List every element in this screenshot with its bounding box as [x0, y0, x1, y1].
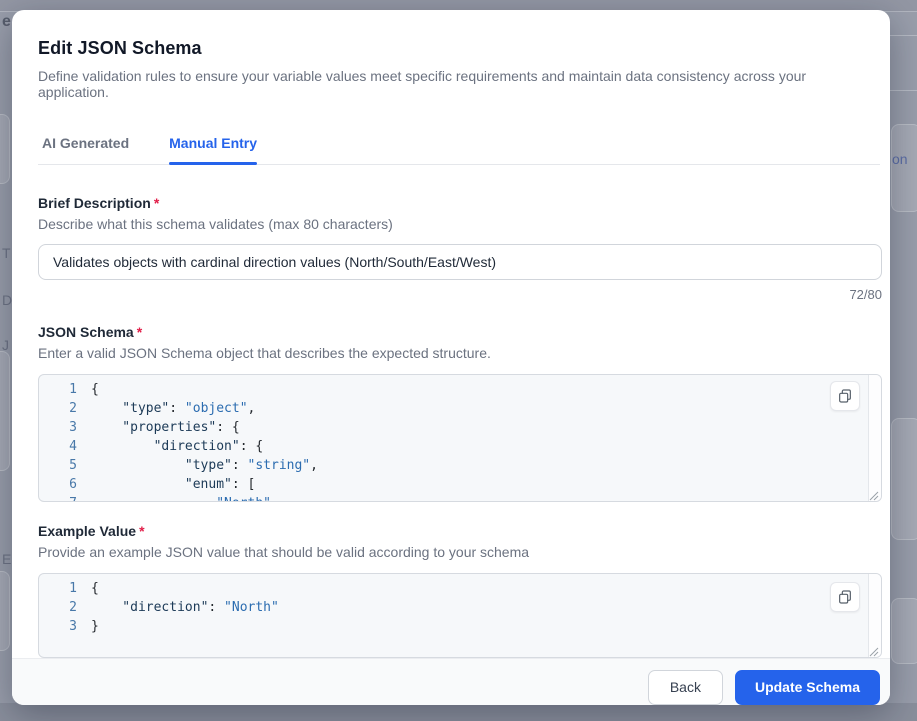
backdrop-panel [891, 598, 917, 664]
update-schema-button[interactable]: Update Schema [735, 670, 880, 705]
json-schema-editor[interactable]: 1{2"type": "object",3"properties": {4"di… [38, 374, 882, 502]
tab-label: Manual Entry [169, 135, 257, 151]
json-schema-label: JSON Schema* [38, 324, 880, 340]
backdrop-panel [891, 124, 917, 212]
required-asterisk: * [137, 324, 142, 340]
dialog-footer: Back Update Schema [12, 658, 890, 705]
required-asterisk: * [154, 195, 159, 211]
edit-json-schema-dialog: Edit JSON Schema Define validation rules… [12, 10, 890, 705]
required-asterisk: * [139, 523, 144, 539]
example-value-helper: Provide an example JSON value that shoul… [38, 544, 880, 560]
json-schema-helper: Enter a valid JSON Schema object that de… [38, 345, 880, 361]
back-button[interactable]: Back [648, 670, 723, 705]
backdrop-text-fragment: T [2, 245, 11, 261]
backdrop-panel [0, 114, 10, 184]
copy-icon [837, 589, 853, 605]
resize-handle-icon[interactable] [868, 644, 879, 655]
backdrop-text-fragment: E [2, 551, 11, 567]
tab-label: AI Generated [42, 135, 129, 151]
backdrop-text-fragment: D [2, 292, 12, 308]
json-schema-code: 1{2"type": "object",3"properties": {4"di… [39, 375, 881, 502]
dialog-subtitle: Define validation rules to ensure your v… [38, 68, 880, 100]
example-value-label: Example Value* [38, 523, 880, 539]
backdrop-text-fragment: e [2, 13, 11, 31]
backdrop-divider [890, 35, 917, 36]
tab-bar: AI Generated Manual Entry [38, 135, 880, 165]
copy-button[interactable] [830, 582, 860, 612]
backdrop-panel [0, 351, 10, 471]
dialog-title: Edit JSON Schema [38, 38, 880, 59]
resize-handle-icon[interactable] [868, 488, 879, 499]
tab-ai-generated[interactable]: AI Generated [42, 135, 129, 164]
example-value-editor[interactable]: 1{2"direction": "North"3} [38, 573, 882, 658]
brief-description-helper: Describe what this schema validates (max… [38, 216, 880, 232]
tab-manual-entry[interactable]: Manual Entry [169, 135, 257, 164]
brief-description-label: Brief Description* [38, 195, 880, 211]
copy-button[interactable] [830, 381, 860, 411]
copy-icon [837, 388, 853, 404]
editor-scrollbar[interactable] [868, 375, 881, 501]
backdrop-text-fragment: on [892, 151, 908, 167]
char-counter: 72/80 [38, 287, 882, 302]
backdrop-panel [0, 571, 10, 651]
backdrop-panel [891, 418, 917, 540]
backdrop-divider [890, 90, 917, 91]
backdrop-band [0, 703, 917, 721]
example-value-code: 1{2"direction": "North"3} [39, 574, 881, 636]
brief-description-input[interactable] [38, 244, 882, 280]
